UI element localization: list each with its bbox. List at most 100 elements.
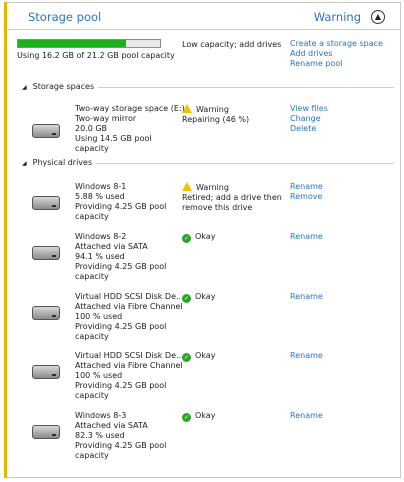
physical_drives-info-line: capacity: [75, 451, 109, 460]
physical_drives-info-line: Windows 8-1: [75, 182, 127, 191]
state-line: ✓ Okay: [182, 292, 282, 303]
delete-link[interactable]: Delete: [290, 124, 328, 134]
drive-icon: [32, 365, 60, 379]
physical_drives-actions: Rename: [290, 411, 323, 421]
drive-icon: [32, 246, 60, 260]
physical_drives-info-line: Providing 4.25 GB pool: [75, 441, 167, 450]
physical_drives-actions: Rename Remove: [290, 182, 323, 202]
physical_drives-info: Windows 8-2 Attached via SATA 94.1 % used P…: [75, 232, 185, 282]
pool-capacity-bar-fill: [18, 40, 127, 47]
pool-status: Warning: [313, 10, 361, 24]
warning-triangle-icon: [182, 104, 192, 113]
state-line: ✓ Okay: [182, 411, 282, 422]
state-line: Repairing (46 %): [182, 115, 282, 125]
physical_drives-info-line: 82.3 % used: [75, 431, 125, 440]
section-divider: [98, 87, 394, 88]
rename-link[interactable]: Rename: [290, 292, 323, 302]
physical_drives-info-line: capacity: [75, 272, 109, 281]
state-label: Warning: [196, 105, 229, 114]
physical_drives-info-line: 100 % used: [75, 371, 123, 380]
warning-accent-strip: [4, 2, 7, 478]
storage_spaces-info-line: Two-way storage space (E:): [75, 104, 185, 113]
physical_drives-info-line: capacity: [75, 391, 109, 400]
state-label: Okay: [195, 411, 216, 420]
physical_drives-info: Windows 8-1 5.88 % used Providing 4.25 GB …: [75, 182, 185, 222]
physical_drives-info-line: Providing 4.25 GB pool: [75, 262, 167, 271]
physical_drives-state: ✓ Okay: [182, 292, 282, 303]
view-files-link[interactable]: View files: [290, 104, 328, 114]
physical_drives-state: ✓ Okay: [182, 351, 282, 362]
drive-icon: [32, 425, 60, 439]
drive-icon-body: [32, 246, 60, 260]
storage-spaces-label: Storage spaces: [32, 82, 95, 91]
storage_spaces-actions: View files Change Delete: [290, 104, 328, 134]
drive-icon-light: [52, 255, 56, 257]
state-line: Retired; add a drive then: [182, 193, 282, 203]
pool-actions: Create a storage space Add drives Rename…: [290, 39, 383, 69]
storage_spaces-info-line: Two-way mirror: [75, 114, 137, 123]
pool-title: Storage pool: [28, 10, 102, 24]
state-detail: Repairing (46 %): [182, 115, 250, 124]
drive-icon-body: [32, 124, 60, 138]
physical-drives-label: Physical drives: [32, 158, 93, 167]
expand-triangle-icon: ◢: [22, 160, 27, 167]
rename-link[interactable]: Rename: [290, 232, 323, 242]
rename-link[interactable]: Rename: [290, 411, 323, 421]
storage_spaces-state: Warning Repairing (46 %): [182, 104, 282, 125]
create-storage-space-link[interactable]: Create a storage space: [290, 39, 383, 49]
rename-link[interactable]: Rename: [290, 351, 323, 361]
physical_drives-info-line: Providing 4.25 GB pool: [75, 202, 167, 211]
rename-pool-link[interactable]: Rename pool: [290, 59, 383, 69]
state-line: remove this drive: [182, 203, 282, 213]
physical_drives-state: Warning Retired; add a drive then remove t…: [182, 182, 282, 213]
change-link[interactable]: Change: [290, 114, 328, 124]
drive-icon-light: [52, 205, 56, 207]
storage_spaces-info-line: Using 14.5 GB pool capacity: [75, 134, 152, 153]
warning-triangle-icon: [182, 182, 192, 191]
drive-icon-body: [32, 306, 60, 320]
physical_drives-info: Virtual HDD SCSI Disk De... Attached via …: [75, 351, 185, 401]
state-label: Warning: [196, 183, 229, 192]
physical_drives-info-line: Providing 4.25 GB pool: [75, 381, 167, 390]
drive-icon-body: [32, 365, 60, 379]
physical_drives-info: Windows 8-3 Attached via SATA 82.3 % used P…: [75, 411, 185, 461]
state-line: Warning: [182, 182, 282, 193]
state-detail: Retired; add a drive then: [182, 193, 282, 202]
physical_drives-info-line: Windows 8-2: [75, 232, 127, 241]
physical_drives-actions: Rename: [290, 232, 323, 242]
pool-usage-text: Using 16.2 GB of 21.2 GB pool capacity: [17, 51, 175, 60]
state-line: ✓ Okay: [182, 232, 282, 243]
storage_spaces-info-line: 20.0 GB: [75, 124, 108, 133]
state-label: Okay: [195, 292, 216, 301]
physical_drives-state: ✓ Okay: [182, 232, 282, 243]
state-label: Okay: [195, 232, 216, 241]
physical_drives-info-line: Attached via Fibre Channel: [75, 302, 183, 311]
physical_drives-info-line: Attached via SATA: [75, 421, 148, 430]
section-divider: [96, 163, 394, 164]
rename-link[interactable]: Rename: [290, 182, 323, 192]
physical_drives-info-line: capacity: [75, 212, 109, 221]
drive-icon: [32, 306, 60, 320]
chevron-up-icon[interactable]: ▲: [371, 10, 385, 24]
add-drives-link[interactable]: Add drives: [290, 49, 383, 59]
physical_drives-actions: Rename: [290, 351, 323, 361]
okay-check-icon: ✓: [182, 234, 191, 243]
drive-icon-body: [32, 196, 60, 210]
drive-icon-light: [52, 434, 56, 436]
panel-header: Storage pool Warning ▲: [7, 2, 401, 30]
drive-icon: [32, 196, 60, 210]
physical_drives-info-line: Windows 8-3: [75, 411, 127, 420]
pool-capacity-bar: [17, 39, 161, 48]
capacity-warning-text: Low capacity; add drives: [182, 40, 282, 49]
physical_drives-info-line: Virtual HDD SCSI Disk De...: [75, 292, 184, 301]
remove-link[interactable]: Remove: [290, 192, 323, 202]
physical_drives-info-line: 100 % used: [75, 312, 123, 321]
storage-spaces-heading[interactable]: ◢ Storage spaces: [22, 82, 94, 91]
physical_drives-info-line: 5.88 % used: [75, 192, 125, 201]
okay-check-icon: ✓: [182, 294, 191, 303]
physical_drives-actions: Rename: [290, 292, 323, 302]
drive-icon-light: [52, 133, 56, 135]
physical_drives-info: Virtual HDD SCSI Disk De... Attached via …: [75, 292, 185, 342]
physical-drives-heading[interactable]: ◢ Physical drives: [22, 158, 92, 167]
state-detail: remove this drive: [182, 203, 253, 212]
